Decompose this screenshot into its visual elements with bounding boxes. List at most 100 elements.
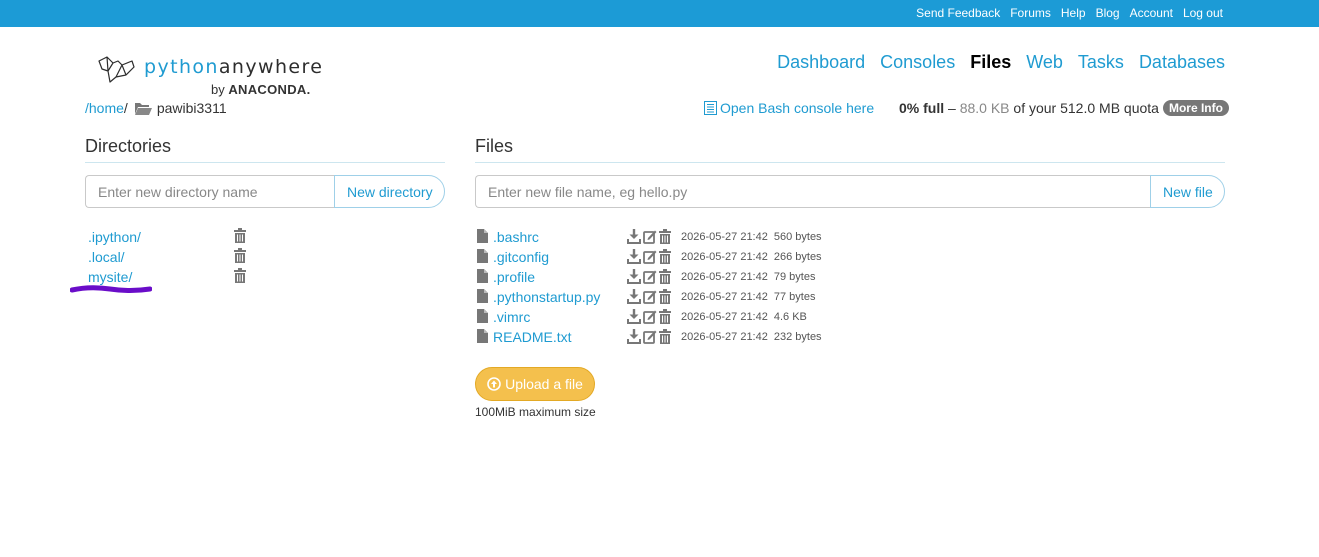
new-file-group: New file: [475, 175, 1225, 208]
open-bash-console-link[interactable]: Open Bash console here: [704, 100, 874, 116]
logo-wordmark: pythonanywhere: [144, 56, 323, 78]
logo-python-text: python: [144, 56, 219, 78]
directory-list: .ipython/ .local/ mysite/: [88, 228, 253, 288]
file-actions: [627, 269, 671, 284]
file-date: 2026-05-27 21:42: [681, 291, 768, 303]
file-size: 232 bytes: [773, 331, 822, 343]
logo-anywhere-text: anywhere: [218, 56, 324, 78]
nav-databases[interactable]: Databases: [1139, 52, 1225, 73]
edit-icon[interactable]: [643, 269, 657, 284]
send-feedback-link[interactable]: Send Feedback: [916, 6, 1000, 20]
download-icon[interactable]: [627, 309, 641, 324]
quota-info: 0% full – 88.0 KB of your 512.0 MB quota…: [899, 100, 1229, 116]
edit-icon[interactable]: [643, 249, 657, 264]
upload-size-note: 100MiB maximum size: [475, 405, 596, 419]
more-info-badge[interactable]: More Info: [1162, 100, 1229, 116]
new-directory-button[interactable]: New directory: [334, 175, 445, 208]
trash-icon[interactable]: [234, 268, 246, 283]
file-list: .bashrc 2026-05-27 21:42 560 bytes .gitco…: [477, 228, 877, 348]
purple-annotation-scribble: [70, 285, 152, 293]
file-date: 2026-05-27 21:42: [681, 231, 768, 243]
file-meta: 2026-05-27 21:42 4.6 KB: [681, 311, 807, 323]
trash-icon[interactable]: [659, 329, 671, 344]
account-link[interactable]: Account: [1130, 6, 1173, 20]
file-link[interactable]: .pythonstartup.py: [493, 288, 600, 306]
list-item: .local/: [88, 248, 253, 268]
upload-file-label: Upload a file: [505, 376, 583, 392]
list-item: README.txt 2026-05-27 21:42 232 bytes: [477, 328, 877, 348]
file-link[interactable]: .bashrc: [493, 228, 539, 246]
breadcrumb-separator: /: [123, 100, 128, 116]
file-meta: 2026-05-27 21:42 560 bytes: [681, 231, 822, 243]
new-file-input[interactable]: [475, 175, 1150, 208]
file-size: 560 bytes: [773, 231, 822, 243]
trash-icon[interactable]: [659, 229, 671, 244]
download-icon[interactable]: [627, 269, 641, 284]
edit-icon[interactable]: [643, 309, 657, 324]
trash-icon[interactable]: [659, 269, 671, 284]
logo-anaconda-text: ANACONDA.: [228, 82, 311, 97]
list-item: .bashrc 2026-05-27 21:42 560 bytes: [477, 228, 877, 248]
open-bash-console-label: Open Bash console here: [720, 100, 875, 116]
breadcrumb: /home / pawibi3311: [85, 100, 227, 116]
file-date: 2026-05-27 21:42: [681, 271, 768, 283]
folder-open-icon: [134, 102, 152, 115]
file-size: 266 bytes: [773, 251, 822, 263]
top-links: Send Feedback Forums Help Blog Account L…: [916, 6, 1223, 20]
terminal-list-icon: [704, 101, 717, 115]
file-actions: [627, 329, 671, 344]
pythonanywhere-logo[interactable]: pythonanywhere by ANACONDA.: [96, 52, 336, 98]
file-meta: 2026-05-27 21:42 266 bytes: [681, 251, 822, 263]
file-meta: 2026-05-27 21:42 77 bytes: [681, 291, 815, 303]
new-file-button[interactable]: New file: [1150, 175, 1225, 208]
trash-icon[interactable]: [659, 289, 671, 304]
trash-icon[interactable]: [234, 248, 246, 263]
upload-file-button[interactable]: Upload a file: [475, 367, 595, 401]
edit-icon[interactable]: [643, 329, 657, 344]
file-icon: [477, 309, 488, 323]
file-link[interactable]: .gitconfig: [493, 248, 549, 266]
main-nav: Dashboard Consoles Files Web Tasks Datab…: [777, 52, 1225, 73]
logout-link[interactable]: Log out: [1183, 6, 1223, 20]
new-directory-input[interactable]: [85, 175, 334, 208]
forums-link[interactable]: Forums: [1010, 6, 1051, 20]
list-item: .gitconfig 2026-05-27 21:42 266 bytes: [477, 248, 877, 268]
upload-circle-icon: [487, 377, 501, 391]
file-link[interactable]: .vimrc: [493, 308, 530, 326]
file-size: 79 bytes: [773, 271, 816, 283]
top-bar: Send Feedback Forums Help Blog Account L…: [0, 0, 1319, 27]
help-link[interactable]: Help: [1061, 6, 1086, 20]
file-link[interactable]: .profile: [493, 268, 535, 286]
nav-files[interactable]: Files: [970, 52, 1011, 73]
edit-icon[interactable]: [643, 229, 657, 244]
file-date: 2026-05-27 21:42: [681, 251, 768, 263]
nav-web[interactable]: Web: [1026, 52, 1063, 73]
directory-link[interactable]: .local/: [88, 249, 125, 265]
nav-dashboard[interactable]: Dashboard: [777, 52, 865, 73]
list-item: .profile 2026-05-27 21:42 79 bytes: [477, 268, 877, 288]
edit-icon[interactable]: [643, 289, 657, 304]
breadcrumb-current: pawibi3311: [156, 100, 227, 116]
file-link[interactable]: README.txt: [493, 328, 572, 346]
list-item: .vimrc 2026-05-27 21:42 4.6 KB: [477, 308, 877, 328]
file-icon: [477, 289, 488, 303]
file-actions: [627, 289, 671, 304]
file-actions: [627, 229, 671, 244]
download-icon[interactable]: [627, 329, 641, 344]
breadcrumb-home-link[interactable]: /home: [85, 100, 124, 116]
download-icon[interactable]: [627, 289, 641, 304]
nav-tasks[interactable]: Tasks: [1078, 52, 1124, 73]
trash-icon[interactable]: [659, 309, 671, 324]
trash-icon[interactable]: [234, 228, 246, 243]
blog-link[interactable]: Blog: [1096, 6, 1120, 20]
download-icon[interactable]: [627, 229, 641, 244]
snake-logo-icon: [98, 56, 135, 83]
download-icon[interactable]: [627, 249, 641, 264]
directory-link[interactable]: .ipython/: [88, 229, 141, 245]
nav-consoles[interactable]: Consoles: [880, 52, 955, 73]
quota-dash: –: [944, 100, 960, 116]
file-icon: [477, 249, 488, 263]
trash-icon[interactable]: [659, 249, 671, 264]
file-actions: [627, 249, 671, 264]
file-size: 77 bytes: [773, 291, 816, 303]
